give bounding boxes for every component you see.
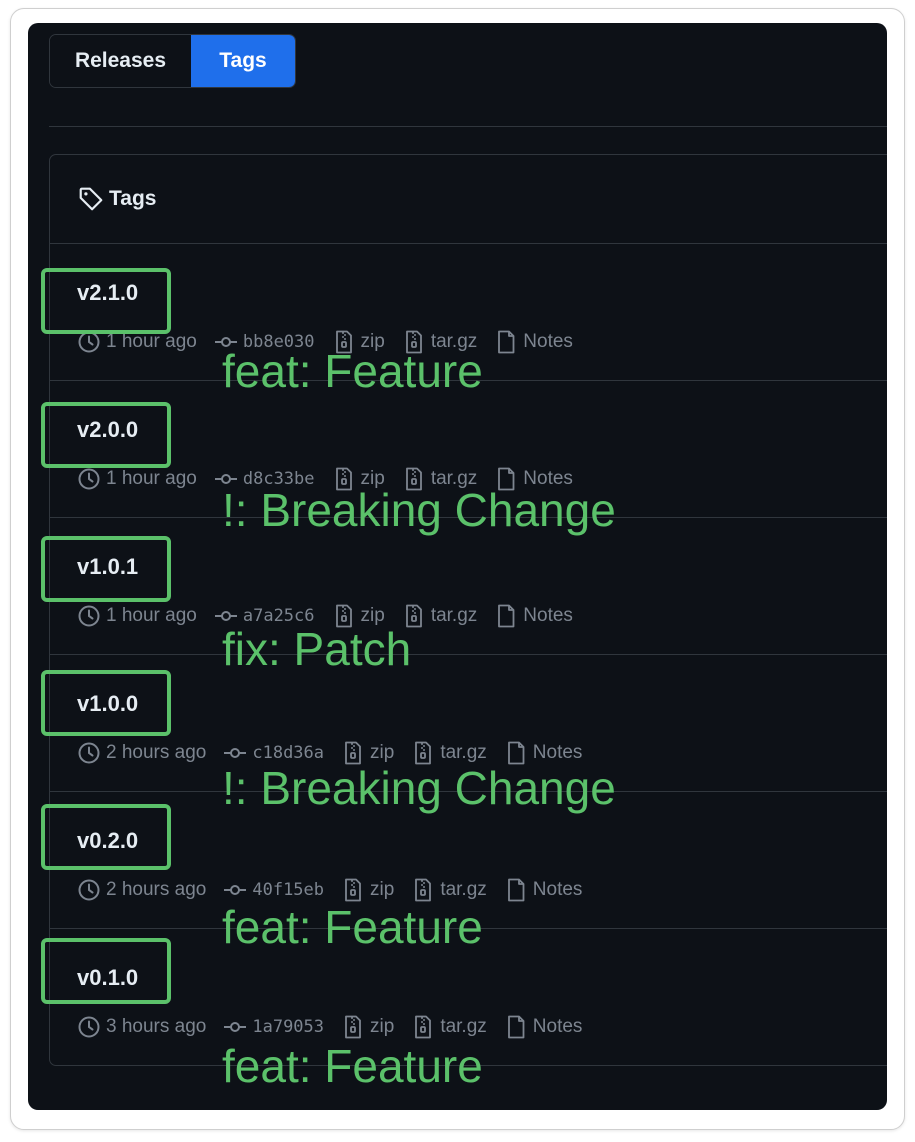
zip-download-link[interactable]: zip	[341, 1015, 394, 1039]
clock-icon	[78, 468, 100, 490]
tag-time-text: 3 hours ago	[106, 1016, 207, 1037]
tag-time-text: 1 hour ago	[106, 331, 197, 352]
tab-releases[interactable]: Releases	[50, 35, 191, 87]
divider	[49, 126, 887, 127]
releases-tags-tab-nav: Releases Tags	[49, 34, 296, 88]
notes-link[interactable]: Notes	[494, 604, 573, 628]
targz-label: tar.gz	[440, 1016, 487, 1037]
tag-time: 1 hour ago	[77, 467, 197, 491]
notes-label: Notes	[532, 1016, 583, 1037]
tag-time: 2 hours ago	[77, 741, 206, 765]
commit-sha: 40f15eb	[252, 880, 325, 900]
notes-label: Notes	[523, 605, 573, 626]
file-zip-icon	[345, 1015, 361, 1039]
targz-label: tar.gz	[440, 742, 487, 763]
version-highlight-box	[41, 670, 171, 736]
version-highlight-box	[41, 536, 171, 602]
file-icon	[498, 604, 515, 628]
tag-icon	[79, 187, 103, 211]
zip-label: zip	[370, 879, 395, 900]
file-zip-icon	[345, 878, 361, 902]
targz-download-link[interactable]: tar.gz	[411, 1015, 487, 1039]
clock-icon	[78, 879, 100, 901]
tag-time-text: 2 hours ago	[106, 742, 207, 763]
notes-link[interactable]: Notes	[504, 1015, 583, 1039]
zip-download-link[interactable]: zip	[341, 878, 394, 902]
file-icon	[507, 1015, 525, 1039]
clock-icon	[78, 742, 100, 764]
targz-label: tar.gz	[430, 605, 478, 626]
commit-type-annotation: feat: Feature	[222, 901, 483, 953]
tag-time: 2 hours ago	[77, 878, 206, 902]
commit-sha: 1a79053	[252, 1017, 325, 1037]
version-highlight-box	[41, 804, 171, 870]
version-highlight-box	[41, 938, 171, 1004]
commit-link[interactable]: 40f15eb	[223, 878, 324, 902]
notes-label: Notes	[523, 331, 573, 352]
tag-time-text: 1 hour ago	[106, 605, 197, 626]
targz-download-link[interactable]: tar.gz	[402, 604, 477, 628]
version-highlight-box	[41, 268, 171, 334]
notes-label: Notes	[532, 879, 583, 900]
file-zip-icon	[415, 1015, 432, 1039]
zip-label: zip	[370, 1016, 395, 1037]
notes-label: Notes	[532, 742, 583, 763]
commit-type-annotation: !: Breaking Change	[222, 762, 616, 814]
tag-meta: 2 hours ago 40f15eb zip tar.gz Notes	[77, 876, 599, 904]
tab-tags[interactable]: Tags	[191, 35, 295, 87]
tag-time: 1 hour ago	[77, 604, 197, 628]
notes-link[interactable]: Notes	[494, 330, 573, 354]
tag-time-text: 1 hour ago	[106, 468, 197, 489]
commit-type-annotation: !: Breaking Change	[222, 484, 616, 536]
tag-time: 3 hours ago	[77, 1015, 206, 1039]
commit-type-annotation: feat: Feature	[222, 1040, 483, 1092]
file-zip-icon	[415, 878, 432, 902]
file-icon	[498, 330, 515, 354]
tag-row: v1.0.1 1 hour ago a7a25c6 zip tar.gz Notes	[50, 518, 887, 655]
tags-box-title: Tags	[109, 187, 157, 210]
clock-icon	[78, 605, 100, 627]
clock-icon	[78, 1016, 100, 1038]
zip-label: zip	[370, 742, 395, 763]
targz-download-link[interactable]: tar.gz	[411, 878, 487, 902]
commit-link[interactable]: 1a79053	[223, 1015, 324, 1039]
tag-meta: 3 hours ago 1a79053 zip tar.gz Notes	[77, 1013, 599, 1041]
targz-label: tar.gz	[440, 879, 487, 900]
tags-box-header: Tags	[50, 155, 887, 244]
tag-time-text: 2 hours ago	[106, 879, 207, 900]
commit-icon	[224, 885, 247, 895]
commit-type-annotation: feat: Feature	[222, 345, 483, 397]
commit-sha: c18d36a	[252, 743, 325, 763]
file-icon	[507, 878, 525, 902]
commit-type-annotation: fix: Patch	[222, 623, 412, 675]
commit-icon	[224, 1022, 247, 1032]
version-highlight-box	[41, 402, 171, 468]
notes-link[interactable]: Notes	[504, 878, 583, 902]
